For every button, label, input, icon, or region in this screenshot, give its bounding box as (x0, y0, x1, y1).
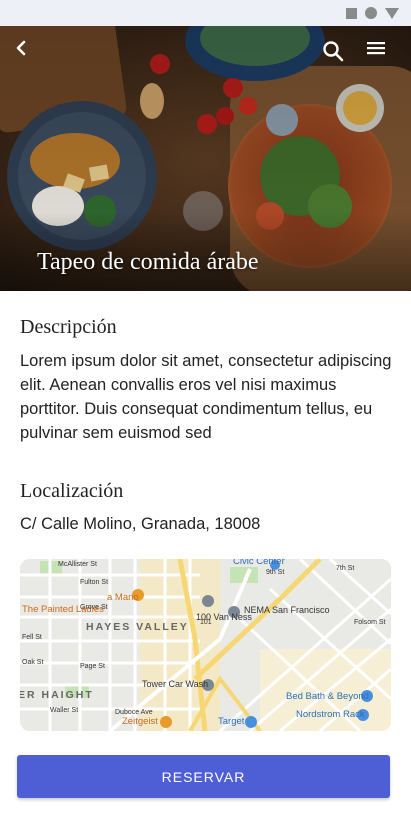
reserve-button[interactable]: RESERVAR (17, 755, 390, 798)
map-label-folsom: Folsom St (354, 619, 386, 626)
menu-button[interactable] (366, 40, 396, 70)
chevron-left-icon (16, 40, 26, 56)
map-label-mcallister: McAllister St (58, 561, 97, 568)
description-text: Lorem ipsum dolor sit amet, consectetur … (20, 352, 392, 442)
hamburger-menu-icon (367, 42, 385, 55)
map-label-bed-bath: Bed Bath & Beyond (286, 691, 369, 702)
map-label-nordstrom: Nordstrom Rack (296, 709, 365, 720)
map-label-hayes-valley: HAYES VALLEY (86, 621, 189, 633)
map-label-fulton: Fulton St (80, 579, 109, 586)
map-label-civic-center: Civic Center (233, 559, 285, 567)
map-label-page: Page St (80, 663, 105, 670)
search-button[interactable] (322, 40, 352, 70)
hero-image: Tapeo de comida árabe (0, 26, 411, 291)
circle-nav-icon (365, 7, 377, 19)
location-heading: Localización (20, 480, 124, 502)
status-bar (0, 0, 411, 26)
map-label-zeitgeist: Zeitgeist (122, 716, 158, 727)
square-nav-icon (346, 7, 357, 19)
map-label-duboce: Duboce Ave (115, 709, 153, 716)
back-button[interactable] (14, 40, 44, 70)
triangle-nav-icon (385, 7, 399, 19)
map-label-oak: Oak St (22, 659, 44, 666)
address-text: C/ Calle Molino, Granada, 18008 (20, 515, 261, 533)
map-label-target: Target (218, 716, 245, 727)
description-heading: Descripción (20, 316, 117, 338)
map-label-grove: Grove St (80, 604, 108, 611)
map-label-nema: NEMA San Francisco (244, 605, 330, 615)
map-label-fell: Fell St (22, 634, 42, 641)
location-map[interactable]: Civic Center McAllister St Fulton St a M… (20, 559, 391, 731)
map-label-a-mano: a Mano (107, 592, 139, 603)
page-title: Tapeo de comida árabe (37, 249, 259, 275)
map-label-101: 101 (200, 619, 212, 626)
map-label-9th: 9th St (266, 569, 285, 576)
map-label-haight: ER HAIGHT (20, 689, 94, 701)
map-streets (20, 559, 391, 731)
map-label-tower-car-wash: Tower Car Wash (142, 679, 209, 689)
search-icon (323, 41, 344, 62)
map-label-7th: 7th St (336, 565, 355, 572)
map-label-waller: Waller St (50, 707, 79, 714)
